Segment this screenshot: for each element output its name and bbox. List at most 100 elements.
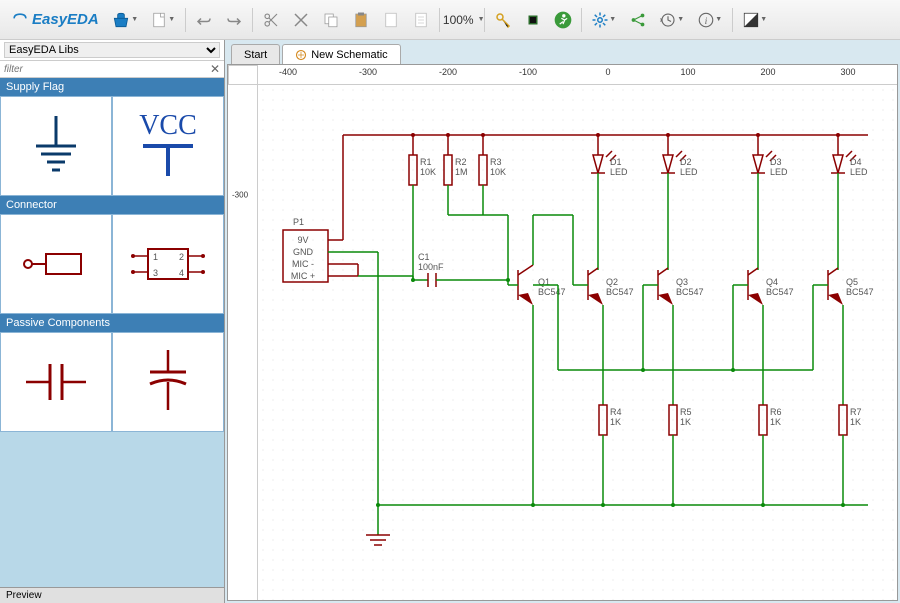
svg-text:LED: LED xyxy=(850,167,868,177)
component-D1: D1LED xyxy=(591,151,628,270)
run-button[interactable] xyxy=(549,6,577,34)
undo-icon xyxy=(195,11,213,29)
svg-text:1K: 1K xyxy=(850,417,861,427)
svg-text:Q2: Q2 xyxy=(606,277,618,287)
copy-icon xyxy=(322,11,340,29)
person-run-icon xyxy=(553,10,573,30)
cut-button[interactable] xyxy=(257,6,285,34)
delete-button[interactable] xyxy=(287,6,315,34)
component-R3: R310K xyxy=(479,155,506,215)
sidebar: EasyEDA Libs ✕ Supply Flag VCC Connector… xyxy=(0,40,225,603)
svg-text:2: 2 xyxy=(179,252,184,262)
component-connector-2[interactable]: 1 3 2 4 xyxy=(112,214,224,314)
new-button[interactable]: ▼ xyxy=(145,6,181,34)
svg-text:100nF: 100nF xyxy=(418,262,444,272)
svg-text:BC547: BC547 xyxy=(538,287,566,297)
svg-text:1: 1 xyxy=(153,252,158,262)
preview-panel-tab[interactable]: Preview xyxy=(0,587,224,603)
svg-text:BC547: BC547 xyxy=(766,287,794,297)
component-connector-1[interactable] xyxy=(0,214,112,314)
history-button[interactable]: ▼ xyxy=(654,6,690,34)
svg-text:4: 4 xyxy=(179,268,184,278)
component-gnd[interactable] xyxy=(0,96,112,196)
svg-text:9V: 9V xyxy=(297,235,308,245)
zoom-dropdown[interactable]: 100%▼ xyxy=(444,6,480,34)
svg-text:R6: R6 xyxy=(770,407,782,417)
paste-button[interactable] xyxy=(347,6,375,34)
logo-icon xyxy=(10,10,30,30)
paste-icon xyxy=(352,11,370,29)
info-button[interactable]: i▼ xyxy=(692,6,728,34)
gear-icon xyxy=(591,11,609,29)
zoom-level: 100% xyxy=(439,13,478,27)
page-button-1[interactable] xyxy=(377,6,405,34)
svg-text:P1: P1 xyxy=(293,217,304,227)
undo-button[interactable] xyxy=(190,6,218,34)
component-D3: D3LED xyxy=(751,151,788,270)
vertical-ruler: -300 xyxy=(228,85,258,600)
svg-text:BC547: BC547 xyxy=(846,287,874,297)
svg-text:BC547: BC547 xyxy=(676,287,704,297)
svg-text:R4: R4 xyxy=(610,407,622,417)
svg-text:R5: R5 xyxy=(680,407,692,417)
component-D2: D2LED xyxy=(661,151,698,270)
tab-schematic[interactable]: New Schematic xyxy=(282,44,400,64)
settings-button[interactable]: ▼ xyxy=(586,6,622,34)
component-vcc[interactable]: VCC xyxy=(112,96,224,196)
key-button[interactable] xyxy=(489,6,517,34)
component-R4: R41K xyxy=(599,405,622,505)
component-Q2: Q2 BC547 xyxy=(573,268,634,405)
copy-button[interactable] xyxy=(317,6,345,34)
share-button[interactable] xyxy=(624,6,652,34)
filter-input[interactable] xyxy=(4,64,210,75)
app-logo: EasyEDA xyxy=(4,10,105,30)
svg-text:C1: C1 xyxy=(418,252,430,262)
main-toolbar: EasyEDA ▼ ▼ 100%▼ ▼ ▼ i▼ ▼ xyxy=(0,0,900,40)
file-button[interactable]: ▼ xyxy=(107,6,143,34)
share-icon xyxy=(629,11,647,29)
component-Q1: Q1 BC547 xyxy=(508,215,573,505)
category-passive[interactable]: Passive Components xyxy=(0,314,224,332)
svg-text:GND: GND xyxy=(293,247,314,257)
svg-text:LED: LED xyxy=(770,167,788,177)
svg-text:R3: R3 xyxy=(490,157,502,167)
svg-text:LED: LED xyxy=(680,167,698,177)
redo-icon xyxy=(225,11,243,29)
schematic-icon xyxy=(295,49,307,61)
category-connector[interactable]: Connector xyxy=(0,196,224,214)
app-name: EasyEDA xyxy=(32,11,99,28)
component-R7: R71K xyxy=(839,405,862,505)
svg-text:BC547: BC547 xyxy=(606,287,634,297)
library-selector[interactable]: EasyEDA Libs xyxy=(0,40,224,61)
svg-text:VCC: VCC xyxy=(139,110,197,141)
redo-button[interactable] xyxy=(220,6,248,34)
page-button-2[interactable] xyxy=(407,6,435,34)
tab-start[interactable]: Start xyxy=(231,44,280,64)
component-capacitor-1[interactable] xyxy=(0,332,112,432)
svg-text:Q3: Q3 xyxy=(676,277,688,287)
svg-text:MIC -: MIC - xyxy=(292,259,314,269)
svg-text:LED: LED xyxy=(610,167,628,177)
svg-text:10K: 10K xyxy=(420,167,436,177)
svg-text:10K: 10K xyxy=(490,167,506,177)
svg-text:1K: 1K xyxy=(610,417,621,427)
svg-text:1M: 1M xyxy=(455,167,468,177)
filter-clear-button[interactable]: ✕ xyxy=(210,62,220,76)
component-C1: C1 100nF xyxy=(413,252,508,287)
chip-icon xyxy=(524,11,542,29)
schematic-canvas[interactable]: R110K R21M R310K D1LED D2LED D3LED xyxy=(258,85,897,600)
document-plain-icon xyxy=(382,11,400,29)
svg-text:D1: D1 xyxy=(610,157,622,167)
category-supply-flag[interactable]: Supply Flag xyxy=(0,78,224,96)
svg-text:D3: D3 xyxy=(770,157,782,167)
svg-text:Q4: Q4 xyxy=(766,277,778,287)
chip-button[interactable] xyxy=(519,6,547,34)
svg-text:MIC +: MIC + xyxy=(291,271,315,281)
library-dropdown[interactable]: EasyEDA Libs xyxy=(4,42,220,58)
component-capacitor-2[interactable] xyxy=(112,332,224,432)
svg-text:3: 3 xyxy=(153,268,158,278)
theme-button[interactable]: ▼ xyxy=(737,6,773,34)
svg-text:R2: R2 xyxy=(455,157,467,167)
scissors-icon xyxy=(262,11,280,29)
component-R2: R21M xyxy=(444,155,468,215)
